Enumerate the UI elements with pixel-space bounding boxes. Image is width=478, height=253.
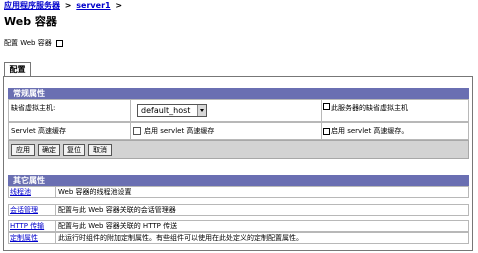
servlet-cache-label: Servlet 高速缓存	[11, 127, 66, 135]
list-item: 线程池 Web 容器的线程池设置	[8, 186, 469, 198]
thread-pool-desc: Web 容器的线程池设置	[58, 188, 132, 196]
breadcrumb-link-app-servers[interactable]: 应用程序服务器	[4, 1, 60, 10]
column-divider	[321, 100, 322, 121]
servlet-cache-checkbox-label: 启用 servlet 高速缓存	[144, 127, 215, 135]
column-divider	[321, 123, 322, 139]
default-host-help-text: 此服务器的缺省虚拟主机	[331, 104, 408, 112]
page-title: Web 容器	[4, 15, 57, 28]
default-host-select[interactable]: default_host	[137, 104, 207, 117]
info-icon[interactable]	[55, 39, 63, 47]
general-properties-header: 常规属性	[8, 88, 469, 99]
list-item: HTTP 传输 配置与此 Web 容器关联的 HTTP 传送	[8, 220, 469, 232]
column-divider	[55, 221, 56, 231]
ok-button[interactable]: 确定	[38, 144, 60, 156]
servlet-cache-help-text: 启用 servlet 高速缓存。	[331, 127, 409, 135]
custom-properties-link[interactable]: 定制属性	[10, 233, 38, 243]
other-properties-header: 其它属性	[8, 175, 469, 186]
servlet-cache-cell: 启用 servlet 高速缓存	[133, 123, 321, 139]
column-divider	[55, 187, 56, 197]
session-management-desc: 配置与此 Web 容器关联的会话管理器	[58, 206, 176, 214]
http-transport-desc: 配置与此 Web 容器关联的 HTTP 传送	[58, 222, 178, 230]
default-host-cell: default_host	[131, 100, 321, 121]
servlet-cache-row: Servlet 高速缓存 启用 servlet 高速缓存 启用 servlet …	[8, 122, 469, 140]
column-divider	[130, 123, 131, 139]
cancel-button[interactable]: 取消	[88, 144, 112, 156]
default-host-value: default_host	[141, 106, 191, 115]
http-transport-link[interactable]: HTTP 传输	[10, 221, 44, 231]
reset-button[interactable]: 复位	[63, 144, 85, 156]
servlet-cache-checkbox[interactable]	[133, 127, 141, 135]
column-divider	[55, 233, 56, 243]
list-item: 定制属性 此运行时组件的附加定制属性。有些组件可以使用在此处定义的定制配置属性。	[8, 232, 469, 244]
default-host-row: 缺省虚拟主机: default_host 此服务器的缺省虚拟主机	[8, 99, 469, 122]
breadcrumb: 应用程序服务器 > server1 >	[4, 0, 124, 11]
breadcrumb-link-server1[interactable]: server1	[76, 1, 110, 10]
session-management-link[interactable]: 会话管理	[10, 205, 38, 215]
info-icon[interactable]	[323, 103, 330, 110]
button-bar: 应用 确定 复位 取消	[8, 140, 469, 159]
default-host-help: 此服务器的缺省虚拟主机	[323, 100, 468, 121]
breadcrumb-separator: >	[64, 1, 72, 10]
apply-button[interactable]: 应用	[11, 144, 35, 156]
tab-configuration[interactable]: 配置	[4, 62, 31, 77]
default-host-label: 缺省虚拟主机:	[11, 104, 56, 112]
servlet-cache-help: 启用 servlet 高速缓存。	[323, 123, 468, 139]
page-description-text: 配置 Web 容器	[4, 39, 52, 47]
column-divider	[55, 205, 56, 215]
custom-properties-desc: 此运行时组件的附加定制属性。有些组件可以使用在此处定义的定制配置属性。	[58, 234, 303, 242]
info-icon[interactable]	[323, 127, 330, 135]
list-item: 会话管理 配置与此 Web 容器关联的会话管理器	[8, 204, 469, 216]
breadcrumb-separator: >	[115, 1, 123, 10]
thread-pool-link[interactable]: 线程池	[10, 187, 31, 197]
chevron-down-icon[interactable]	[197, 105, 206, 116]
page-description: 配置 Web 容器	[4, 38, 63, 48]
